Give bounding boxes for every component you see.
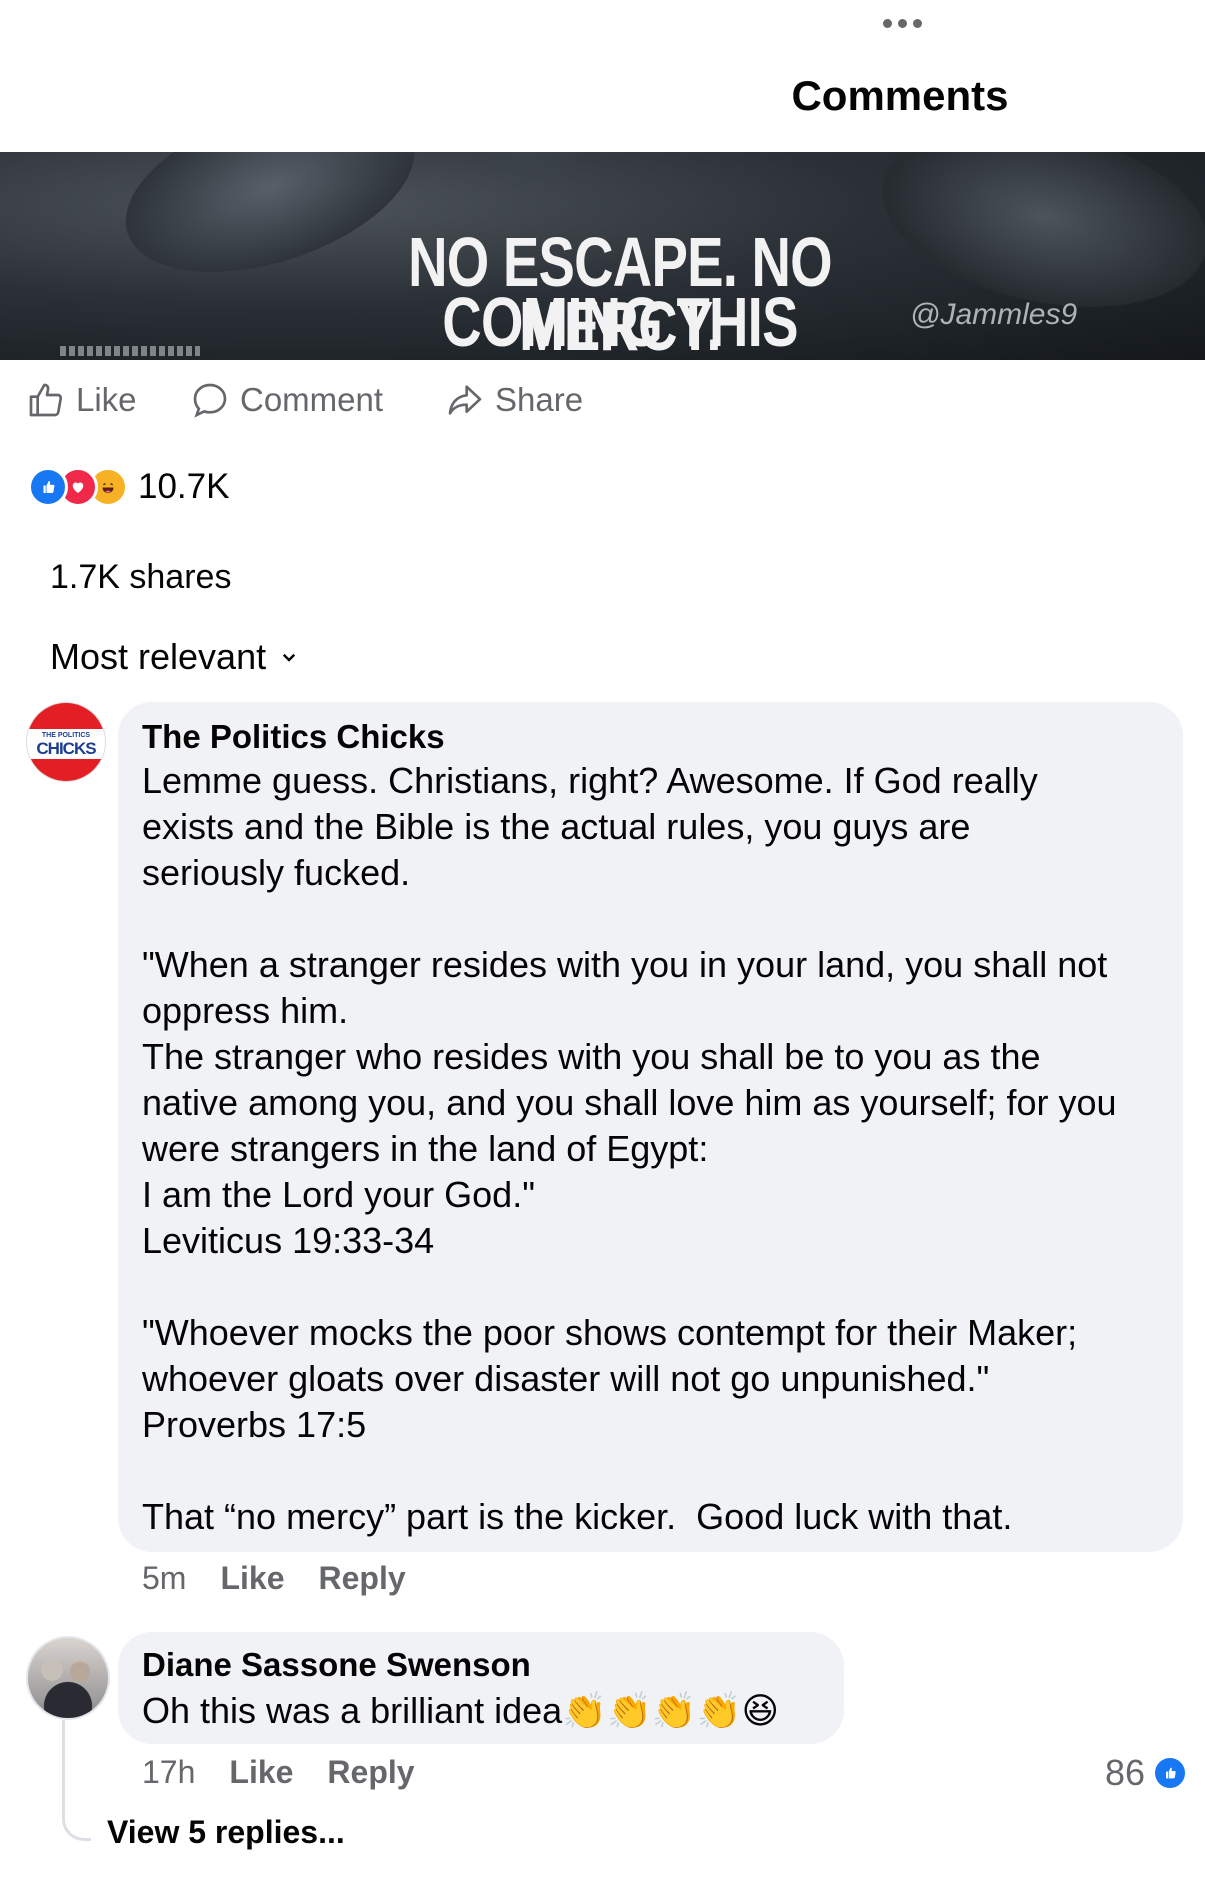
comment-meta: 17h Like Reply	[142, 1754, 415, 1791]
comment-button-label: Comment	[240, 381, 384, 418]
comment-bubble: The Politics Chicks Lemme guess. Christi…	[118, 702, 1183, 1552]
banner-watermark: @Jammles9	[910, 298, 1078, 331]
comment-text: Lemme guess. Christians, right? Awesome.…	[142, 760, 1117, 1537]
avatar[interactable]	[26, 1636, 110, 1720]
comment-author[interactable]: Diane Sassone Swenson	[142, 1646, 531, 1684]
reaction-summary[interactable]: 10.7K	[28, 465, 229, 509]
post-image[interactable]: NO ESCAPE. NO MERCY. COMING THIS SUMMER.…	[0, 152, 1205, 360]
reaction-count: 10.7K	[138, 467, 230, 506]
comment-like-count: 86	[1105, 1752, 1146, 1793]
chevron-down-icon	[282, 653, 296, 662]
thumbs-up-icon	[29, 383, 63, 417]
speech-bubble-icon	[193, 383, 227, 418]
share-button[interactable]: Share	[445, 375, 583, 425]
comment-reaction-count[interactable]: 86	[1105, 1752, 1188, 1794]
page-title: Comments	[791, 72, 1009, 119]
like-button-label: Like	[76, 381, 137, 418]
comment-reply-button[interactable]: Reply	[327, 1754, 414, 1791]
comment-meta: 5m Like Reply	[142, 1560, 406, 1597]
sort-label: Most relevant	[50, 636, 267, 677]
comment-text: Oh this was a brilliant idea👏👏👏👏😆	[142, 1690, 780, 1731]
comment-bubble: Diane Sassone Swenson Oh this was a bril…	[118, 1632, 844, 1744]
banner-caption-strip	[60, 346, 200, 356]
comment-button[interactable]: Comment	[190, 375, 383, 425]
comment-like-button[interactable]: Like	[220, 1560, 284, 1597]
view-replies-link[interactable]: View 5 replies...	[107, 1814, 345, 1851]
comment-timestamp[interactable]: 5m	[142, 1560, 186, 1597]
avatar-logo-text: THE POLITICS	[41, 732, 91, 739]
avatar[interactable]: THE POLITICS CHICKS	[26, 702, 106, 782]
comment-timestamp[interactable]: 17h	[142, 1754, 195, 1791]
like-reaction-icon	[28, 467, 68, 507]
share-button-label: Share	[495, 381, 584, 418]
comment-like-button[interactable]: Like	[229, 1754, 293, 1791]
comment-author[interactable]: The Politics Chicks	[142, 718, 445, 756]
more-options-icon[interactable]	[877, 8, 927, 38]
share-arrow-icon	[448, 385, 482, 415]
like-button[interactable]: Like	[26, 375, 137, 425]
like-reaction-icon	[1153, 1756, 1188, 1790]
comment-sort-dropdown[interactable]: Most relevant	[50, 636, 298, 678]
comment-reply-button[interactable]: Reply	[318, 1560, 405, 1597]
reply-thread-line	[62, 1720, 91, 1841]
banner-headline-2: COMING THIS SUMMER.	[442, 283, 798, 360]
share-count[interactable]: 1.7K shares	[50, 558, 231, 597]
avatar-logo-text-big: CHICKS	[36, 739, 96, 758]
